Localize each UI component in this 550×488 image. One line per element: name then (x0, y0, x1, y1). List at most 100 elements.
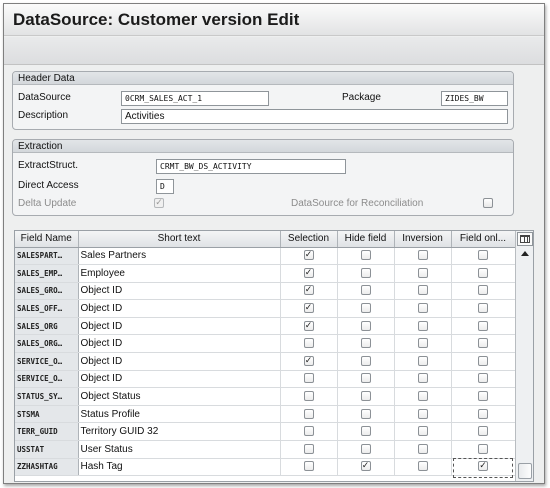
inversion-checkbox[interactable] (417, 338, 428, 349)
package-field[interactable]: ZIDES_BW (441, 91, 508, 106)
selection-checkbox[interactable] (303, 338, 314, 349)
inversion-checkbox[interactable] (417, 443, 428, 454)
selection-checkbox[interactable] (303, 391, 314, 402)
hide-field-checkbox[interactable] (360, 303, 371, 314)
inversion-cell (394, 440, 452, 459)
inversion-cell (394, 317, 452, 336)
field-only-cell (451, 317, 516, 336)
hide-field-checkbox[interactable] (360, 320, 371, 331)
selection-checkbox[interactable]: ✓ (303, 355, 314, 366)
column-header-selection[interactable]: Selection (280, 231, 338, 248)
inversion-checkbox[interactable] (417, 391, 428, 402)
table-row[interactable]: ZZHASHTAG Hash Tag ✓ ✓ (15, 458, 516, 477)
inversion-checkbox[interactable] (417, 250, 428, 261)
table-row[interactable]: SALES_GRO… Object ID ✓ (15, 282, 516, 301)
datasource-edit-window: DataSource: Customer version Edit Header… (3, 3, 545, 484)
inversion-checkbox[interactable] (417, 303, 428, 314)
column-header-hide-field[interactable]: Hide field (337, 231, 395, 248)
table-row[interactable]: STATUS_SY… Object Status (15, 387, 516, 406)
table-row[interactable]: SERVICE_O… Object ID ✓ (15, 352, 516, 371)
field-only-checkbox[interactable] (478, 426, 488, 437)
inversion-checkbox[interactable] (417, 408, 428, 419)
field-only-checkbox[interactable] (478, 303, 488, 314)
selection-checkbox[interactable] (303, 373, 314, 384)
inversion-checkbox[interactable] (417, 285, 428, 296)
table-row[interactable]: STSMA Status Profile (15, 405, 516, 424)
selection-checkbox[interactable]: ✓ (303, 285, 314, 296)
hide-field-checkbox[interactable] (360, 391, 371, 402)
selection-cell: ✓ (280, 247, 338, 266)
selection-checkbox[interactable]: ✓ (303, 303, 314, 314)
short-text-cell: Territory GUID 32 (78, 422, 281, 442)
column-header-short-text[interactable]: Short text (78, 231, 281, 248)
field-only-checkbox[interactable] (478, 250, 488, 261)
hide-field-checkbox[interactable] (360, 285, 371, 296)
hide-field-checkbox[interactable]: ✓ (360, 461, 371, 472)
inversion-checkbox[interactable] (417, 373, 428, 384)
table-row[interactable]: SALES_EMP… Employee ✓ (15, 264, 516, 283)
datasource-label: DataSource (18, 92, 71, 103)
reconciliation-checkbox[interactable] (483, 198, 493, 208)
selection-checkbox[interactable]: ✓ (303, 267, 314, 278)
inversion-checkbox[interactable] (417, 320, 428, 331)
field-only-checkbox[interactable] (478, 267, 488, 278)
selection-cell: ✓ (280, 299, 338, 318)
field-only-checkbox[interactable] (478, 391, 488, 402)
field-only-checkbox[interactable] (478, 355, 488, 366)
hide-field-checkbox[interactable] (360, 426, 371, 437)
hide-field-cell (337, 247, 395, 266)
inversion-checkbox[interactable] (417, 461, 428, 472)
selection-checkbox[interactable]: ✓ (303, 250, 314, 261)
table-settings-icon[interactable] (517, 232, 533, 246)
selection-checkbox[interactable]: ✓ (303, 320, 314, 331)
selection-checkbox[interactable] (303, 461, 314, 472)
hide-field-cell (337, 422, 395, 442)
selection-checkbox[interactable] (303, 408, 314, 419)
selection-checkbox[interactable] (303, 426, 314, 437)
short-text-cell: User Status (78, 440, 281, 459)
table-row[interactable]: SALES_ORG Object ID ✓ (15, 317, 516, 336)
scroll-up-arrow-icon[interactable] (521, 251, 529, 256)
hide-field-cell (337, 352, 395, 371)
selection-cell: ✓ (280, 317, 338, 336)
inversion-cell (394, 334, 452, 354)
field-name-cell: USSTAT (15, 440, 79, 459)
table-row[interactable]: SALES_ORG… Object ID (15, 334, 516, 354)
hide-field-checkbox[interactable] (360, 267, 371, 278)
hide-field-checkbox[interactable] (360, 250, 371, 261)
table-row[interactable]: TERR_GUID Territory GUID 32 (15, 422, 516, 442)
scroll-thumb[interactable] (518, 463, 532, 479)
hide-field-checkbox[interactable] (360, 338, 371, 349)
description-label: Description (18, 110, 69, 121)
selection-cell (280, 422, 338, 442)
inversion-checkbox[interactable] (417, 355, 428, 366)
table-row[interactable]: SALESPART… Sales Partners ✓ (15, 247, 516, 266)
table-row[interactable]: USSTAT User Status (15, 440, 516, 459)
hide-field-checkbox[interactable] (360, 373, 371, 384)
field-only-checkbox[interactable] (478, 285, 488, 296)
direct-access-field[interactable]: D (156, 179, 174, 194)
inversion-checkbox[interactable] (417, 426, 428, 437)
selection-checkbox[interactable] (303, 443, 314, 454)
hide-field-checkbox[interactable] (360, 355, 371, 366)
hide-field-cell (337, 334, 395, 354)
table-row[interactable]: SERVICE_O… Object ID (15, 370, 516, 389)
datasource-field[interactable]: 0CRM_SALES_ACT_1 (121, 91, 269, 106)
inversion-cell (394, 299, 452, 318)
extractstruct-field[interactable]: CRMT_BW_DS_ACTIVITY (156, 159, 346, 174)
hide-field-checkbox[interactable] (360, 408, 371, 419)
field-only-checkbox[interactable] (478, 443, 488, 454)
column-header-inversion[interactable]: Inversion (394, 231, 452, 248)
table-row[interactable]: SALES_OFF… Object ID ✓ (15, 299, 516, 318)
reconciliation-label: DataSource for Reconciliation (291, 198, 424, 209)
vertical-scrollbar[interactable] (515, 231, 533, 481)
hide-field-checkbox[interactable] (360, 443, 371, 454)
description-field[interactable]: Activities (121, 109, 508, 124)
field-only-checkbox[interactable] (478, 338, 488, 349)
field-only-checkbox[interactable] (478, 408, 488, 419)
column-header-field-only[interactable]: Field onl... (451, 231, 516, 248)
inversion-checkbox[interactable] (417, 267, 428, 278)
field-only-checkbox[interactable] (478, 320, 488, 331)
column-header-field-name[interactable]: Field Name (15, 231, 79, 248)
field-only-checkbox[interactable] (478, 373, 488, 384)
